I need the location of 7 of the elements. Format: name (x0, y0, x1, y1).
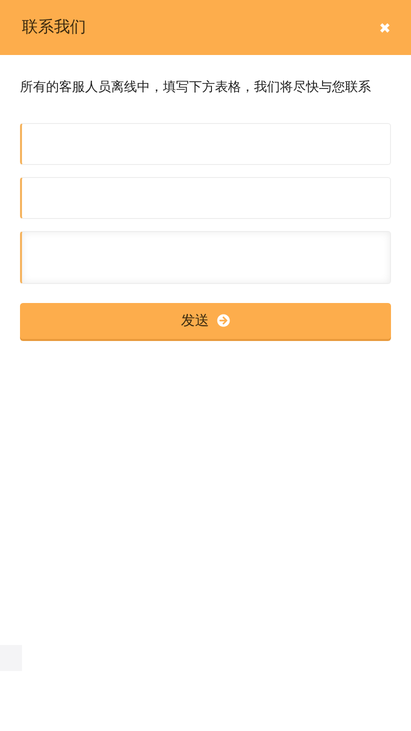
arrow-right-icon (217, 314, 230, 327)
window-title: 联系我们 (22, 18, 86, 38)
input-field[interactable] (20, 176, 391, 218)
input-field[interactable] (20, 122, 391, 164)
intro-text: 所有的客服人员离线中，填写下方表格，我们将尽快与您联系 (19, 78, 372, 96)
send-button[interactable]: 发送 (20, 302, 391, 338)
message-field[interactable] (20, 230, 391, 284)
